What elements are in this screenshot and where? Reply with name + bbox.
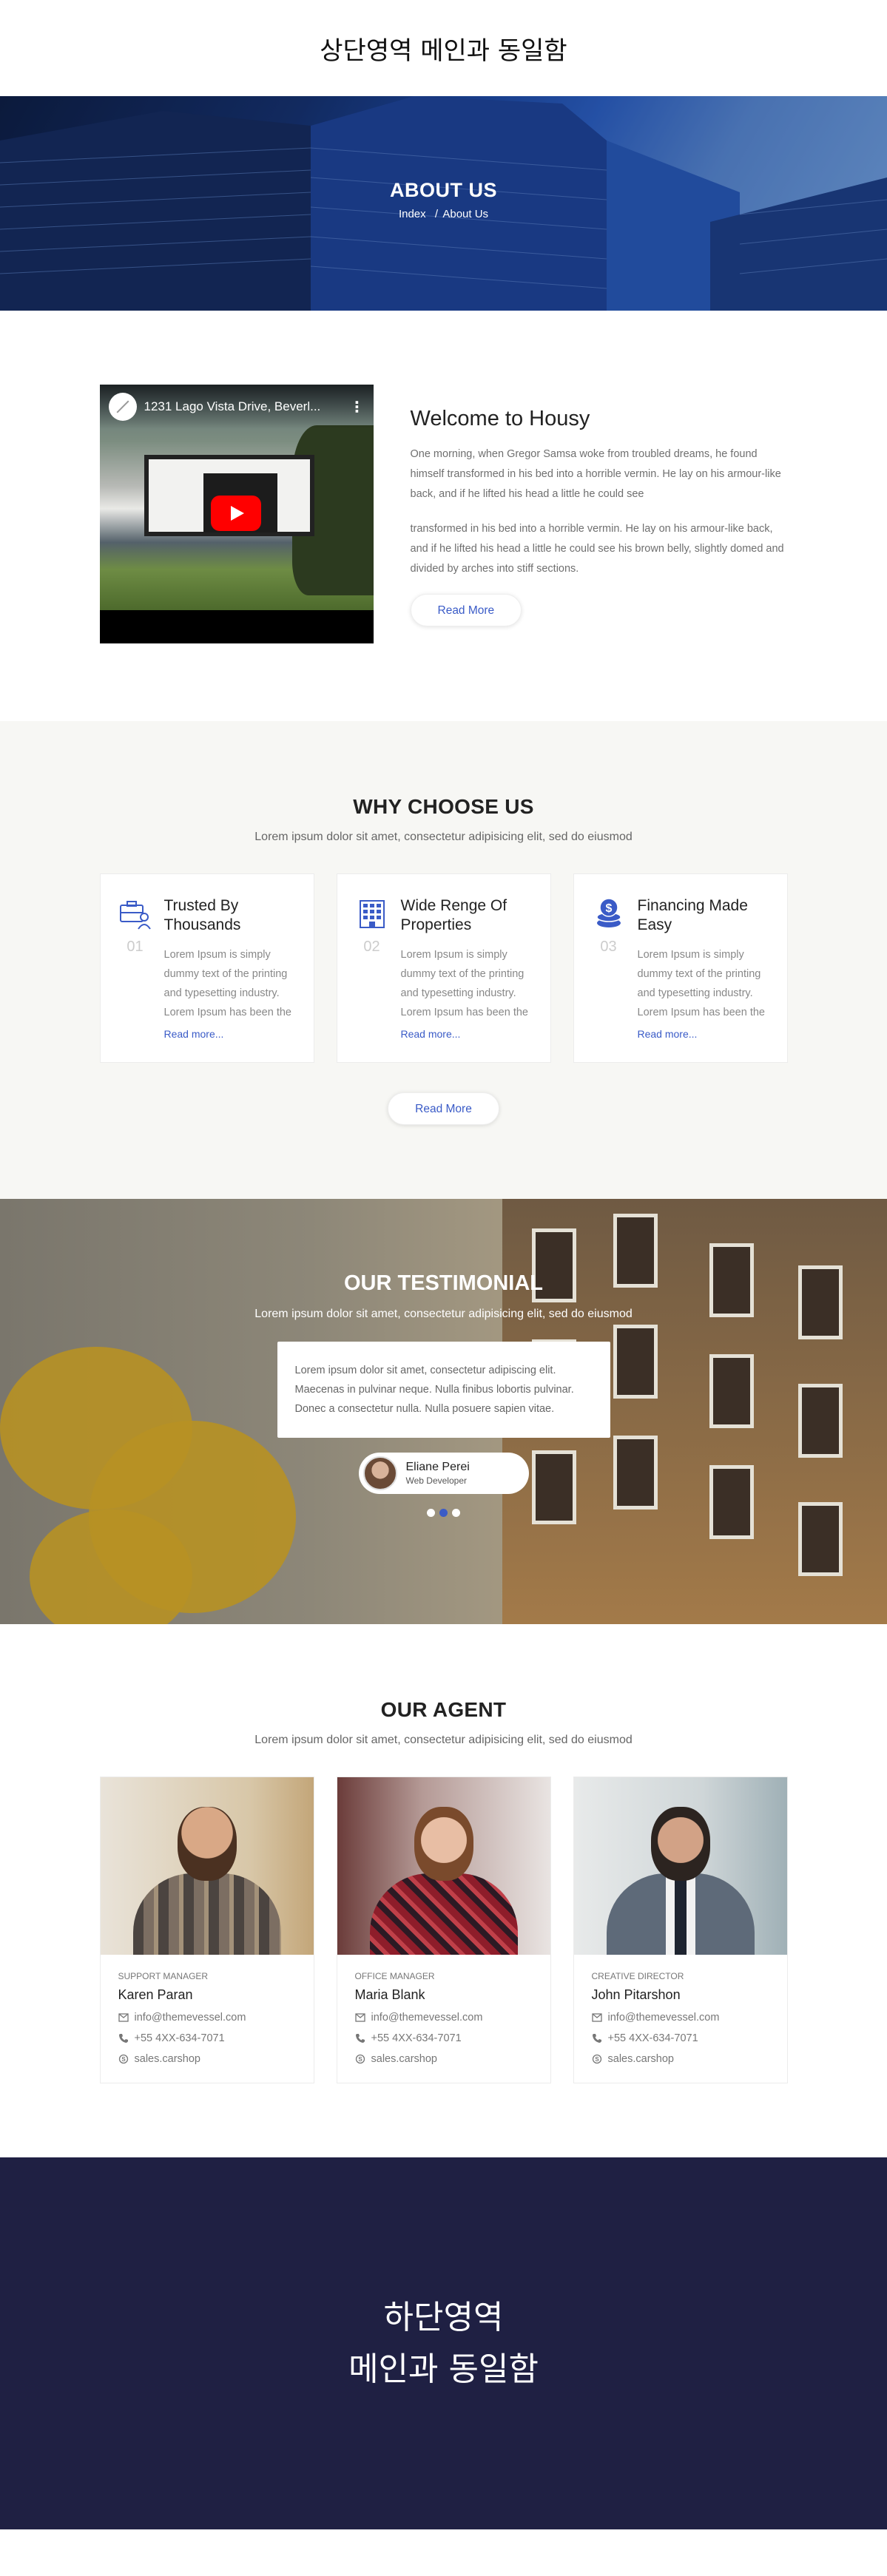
- testimonial-quote: Lorem ipsum dolor sit amet, consectetur …: [277, 1342, 610, 1438]
- footer-line-2: 메인과 동일함: [348, 2350, 539, 2388]
- section-subtitle: Lorem ipsum dolor sit amet, consectetur …: [254, 1734, 633, 1746]
- agent-photo: [573, 1777, 787, 1955]
- agent-name[interactable]: John Pitarshon: [592, 1987, 769, 2003]
- footer-placeholder: 하단영역 메인과 동일함: [0, 2157, 887, 2529]
- agent-email[interactable]: info@themevessel.com: [371, 2012, 483, 2024]
- page-title: ABOUT US: [390, 179, 497, 201]
- agent-skype[interactable]: sales.carshop: [608, 2053, 674, 2065]
- top-header-placeholder: 상단영역 메인과 동일함: [0, 0, 887, 96]
- card-number: 03: [600, 939, 617, 955]
- agent-photo: [337, 1777, 550, 1955]
- welcome-text: Welcome to Housy One morning, when Grego…: [410, 385, 788, 643]
- envelope-icon: [591, 2012, 602, 2023]
- card-number: 02: [363, 939, 380, 955]
- breadcrumb-home[interactable]: Index: [399, 208, 426, 220]
- phone-icon: [118, 2033, 129, 2043]
- video-topbar: 1231 Lago Vista Drive, Beverl... ⋮: [99, 385, 374, 429]
- section-title: OUR TESTIMONIAL: [343, 1271, 544, 1295]
- welcome-title: Welcome to Housy: [410, 407, 590, 430]
- svg-text:S: S: [595, 2056, 599, 2063]
- svg-text:S: S: [121, 2056, 126, 2063]
- section-subtitle: Lorem ipsum dolor sit amet, consectetur …: [254, 831, 633, 843]
- hero-content: ABOUT US Index / About Us: [0, 179, 887, 220]
- card-text: Lorem Ipsum is simply dummy text of the …: [637, 949, 766, 1018]
- agent-email[interactable]: info@themevessel.com: [608, 2012, 720, 2024]
- svg-text:S: S: [358, 2056, 362, 2063]
- agent-role: OFFICE MANAGER: [354, 1971, 435, 1981]
- agent-email[interactable]: info@themevessel.com: [135, 2012, 246, 2024]
- card-read-more-link[interactable]: Read more...: [164, 1028, 299, 1040]
- video-title[interactable]: 1231 Lago Vista Drive, Beverl...: [144, 399, 343, 414]
- testimonial-section: OUR TESTIMONIAL Lorem ipsum dolor sit am…: [0, 1199, 887, 1624]
- envelope-icon: [354, 2012, 365, 2023]
- agent-phone[interactable]: +55 4XX-634-7071: [135, 2032, 225, 2044]
- channel-avatar-icon[interactable]: [108, 393, 137, 421]
- breadcrumb-current: About Us: [442, 208, 489, 220]
- welcome-paragraph-2: transformed in his bed into a horrible v…: [410, 523, 784, 575]
- welcome-section: 1231 Lago Vista Drive, Beverl... ⋮ Welco…: [0, 311, 887, 721]
- agent-role: SUPPORT MANAGER: [118, 1971, 209, 1981]
- video-player[interactable]: 1231 Lago Vista Drive, Beverl... ⋮: [99, 385, 374, 643]
- breadcrumb-separator: /: [434, 208, 438, 220]
- play-button-icon[interactable]: [210, 496, 261, 531]
- testimonial-author: Eliane Perei Web Developer: [358, 1453, 529, 1494]
- agent-card: OFFICE MANAGER Maria Blank info@themeves…: [336, 1777, 551, 2083]
- section-title: OUR AGENT: [380, 1698, 507, 1721]
- card-title: Financing Made Easy: [637, 897, 748, 933]
- read-more-button[interactable]: Read More: [410, 594, 522, 626]
- breadcrumb: Index / About Us: [0, 208, 887, 220]
- author-name: Eliane Perei: [405, 1461, 470, 1473]
- more-options-icon[interactable]: ⋮: [350, 398, 365, 416]
- section-subtitle: Lorem ipsum dolor sit amet, consectetur …: [254, 1308, 633, 1320]
- agent-phone[interactable]: +55 4XX-634-7071: [371, 2032, 462, 2044]
- phone-icon: [592, 2033, 602, 2043]
- feature-card: $ 03 Financing Made Easy Lorem Ipsum is …: [573, 873, 788, 1063]
- phone-icon: [355, 2033, 365, 2043]
- welcome-paragraph-1: One morning, when Gregor Samsa woke from…: [410, 448, 781, 500]
- read-more-button[interactable]: Read More: [388, 1092, 499, 1125]
- agent-phone[interactable]: +55 4XX-634-7071: [608, 2032, 698, 2044]
- agent-role: CREATIVE DIRECTOR: [591, 1971, 684, 1981]
- skype-icon: S: [592, 2054, 602, 2064]
- feature-card: 02 Wide Renge Of Properties Lorem Ipsum …: [336, 873, 551, 1063]
- author-role: Web Developer: [405, 1475, 468, 1486]
- agent-name[interactable]: Karen Paran: [118, 1987, 296, 2003]
- pager-dot[interactable]: [427, 1509, 435, 1517]
- card-text: Lorem Ipsum is simply dummy text of the …: [163, 949, 292, 1018]
- avatar: [362, 1456, 397, 1490]
- card-read-more-link[interactable]: Read more...: [401, 1028, 536, 1040]
- agent-skype[interactable]: sales.carshop: [135, 2053, 200, 2065]
- envelope-icon: [118, 2012, 129, 2023]
- section-title: WHY CHOOSE US: [353, 795, 534, 818]
- agents-section: OUR AGENT Lorem ipsum dolor sit amet, co…: [0, 1624, 887, 2157]
- header-placeholder-text: 상단영역 메인과 동일함: [320, 36, 567, 66]
- why-choose-section: WHY CHOOSE US Lorem ipsum dolor sit amet…: [0, 721, 887, 1199]
- footer-line-1: 하단영역: [383, 2298, 504, 2336]
- skype-icon: S: [118, 2054, 129, 2064]
- feature-card: 01 Trusted By Thousands Lorem Ipsum is s…: [99, 873, 314, 1063]
- card-read-more-link[interactable]: Read more...: [638, 1028, 772, 1040]
- agent-card: CREATIVE DIRECTOR John Pitarshon info@th…: [573, 1777, 788, 2083]
- agent-name[interactable]: Maria Blank: [355, 1987, 533, 2003]
- card-title: Trusted By Thousands: [163, 897, 241, 933]
- svg-text:$: $: [605, 902, 612, 915]
- agent-skype[interactable]: sales.carshop: [371, 2053, 437, 2065]
- building-icon: [359, 900, 385, 928]
- pager-dot[interactable]: [452, 1509, 460, 1517]
- pager-dot-active[interactable]: [439, 1509, 448, 1517]
- card-text: Lorem Ipsum is simply dummy text of the …: [400, 949, 529, 1018]
- card-title: Wide Renge Of Properties: [400, 897, 507, 933]
- coin-stack-icon: $: [596, 898, 621, 927]
- about-hero-banner: ABOUT US Index / About Us: [0, 96, 887, 311]
- carousel-pager: [0, 1509, 887, 1517]
- agent-photo: [100, 1777, 314, 1955]
- card-number: 01: [127, 939, 144, 955]
- briefcase-people-icon: [119, 901, 151, 930]
- testimonial-content: OUR TESTIMONIAL Lorem ipsum dolor sit am…: [0, 1271, 887, 1517]
- agent-card: SUPPORT MANAGER Karen Paran info@themeve…: [99, 1777, 314, 2083]
- skype-icon: S: [355, 2054, 365, 2064]
